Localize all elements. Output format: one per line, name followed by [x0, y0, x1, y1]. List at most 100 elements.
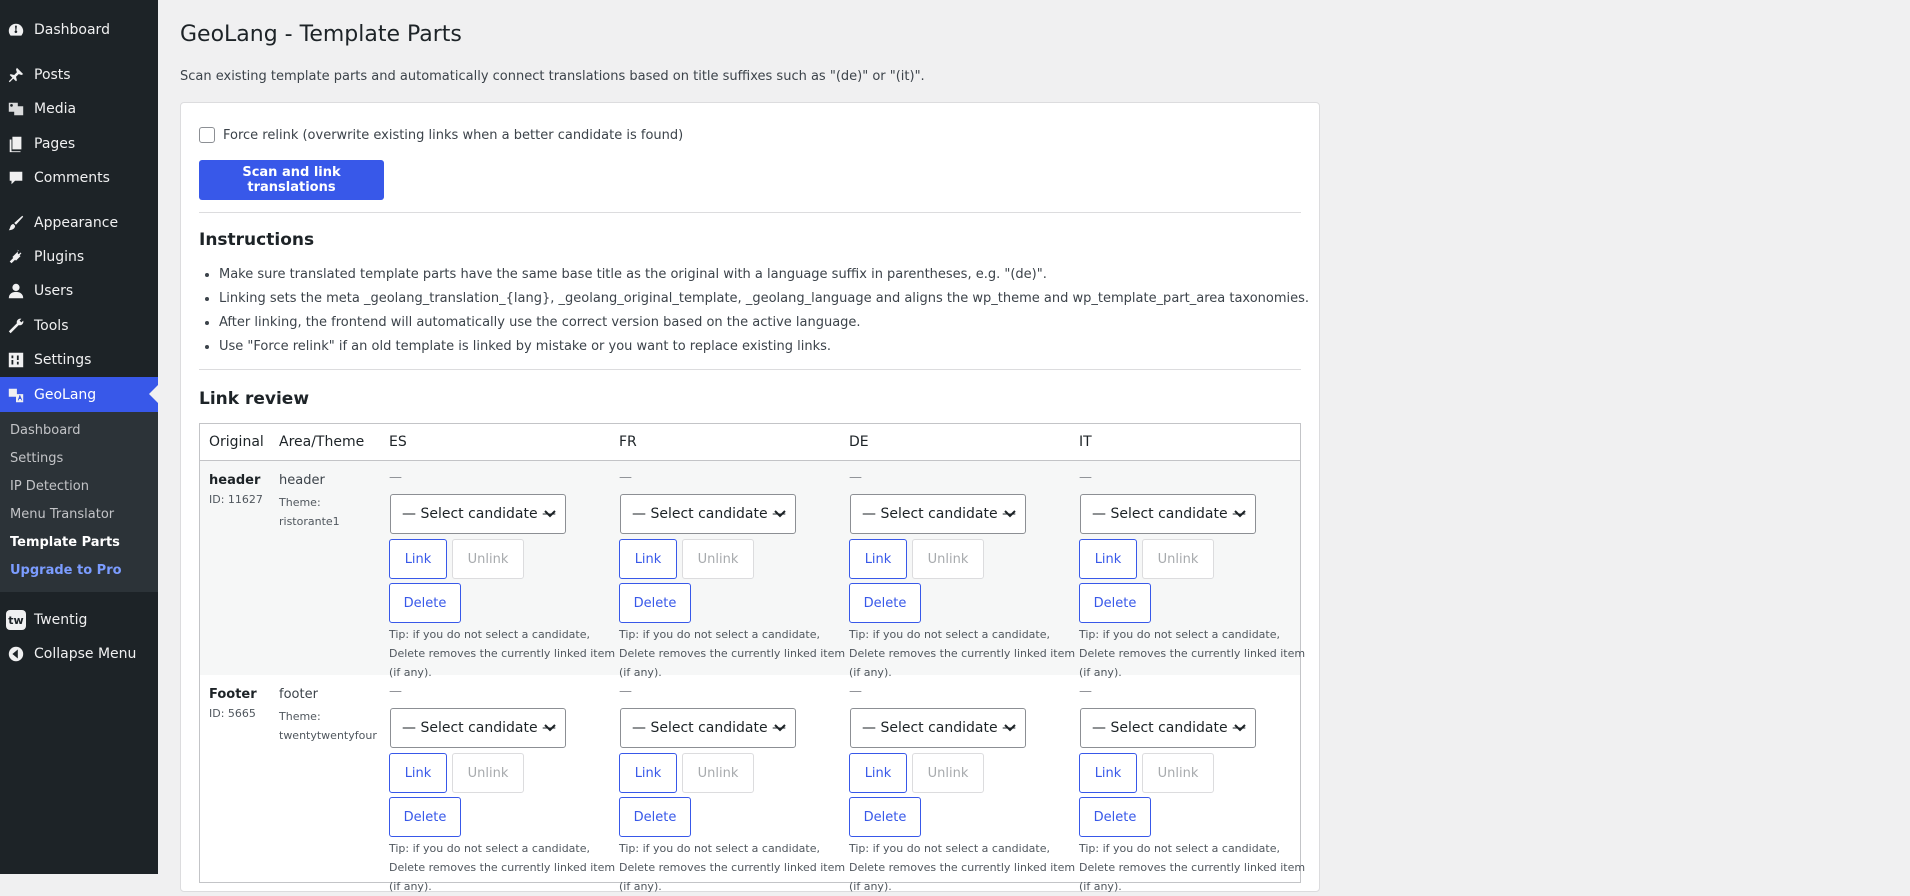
submenu-ip-detection[interactable]: IP Detection [10, 479, 89, 494]
current-link: — [849, 470, 862, 485]
column-header-original: Original [209, 434, 264, 450]
candidate-select[interactable]: — Select candidate — [620, 708, 796, 748]
submenu-settings[interactable]: Settings [10, 451, 63, 466]
submenu-menu-translator[interactable]: Menu Translator [10, 507, 114, 522]
instructions-list: Make sure translated template parts have… [199, 266, 1309, 362]
select-value: — Select candidate — [402, 720, 557, 736]
table-row: header ID: 11627 header Theme: ristorant… [200, 461, 1305, 679]
menu-item-twentig[interactable]: tw Twentig [0, 603, 158, 637]
lang-cell-es: — — Select candidate — Link Unlink Delet… [389, 675, 619, 893]
delete-tip: Tip: if you do not select a candidate, D… [1079, 842, 1306, 893]
page-title: GeoLang - Template Parts [180, 22, 462, 47]
current-link: — [1079, 470, 1092, 485]
menu-item-comments[interactable]: Comments [0, 161, 158, 195]
instructions-title: Instructions [199, 230, 315, 250]
menu-item-plugins[interactable]: Plugins [0, 240, 158, 274]
link-button[interactable]: Link [1079, 539, 1137, 579]
lang-cell-fr: — — Select candidate — Link Unlink Delet… [619, 461, 849, 679]
delete-button[interactable]: Delete [389, 797, 461, 837]
chevron-down-icon [1234, 724, 1246, 732]
menu-item-geolang[interactable]: GeoLang [0, 377, 158, 412]
unlink-button[interactable]: Unlink [1142, 539, 1214, 579]
column-header-area-theme: Area/Theme [279, 434, 365, 450]
current-link: — [1079, 684, 1092, 699]
lang-cell-de: — — Select candidate — Link Unlink Delet… [849, 461, 1079, 679]
menu-item-media[interactable]: Media [0, 92, 158, 126]
instruction-item: Make sure translated template parts have… [219, 266, 1309, 290]
delete-button[interactable]: Delete [849, 797, 921, 837]
lang-cell-fr: — — Select candidate — Link Unlink Delet… [619, 675, 849, 893]
link-button[interactable]: Link [619, 753, 677, 793]
select-value: — Select candidate — [862, 506, 1017, 522]
candidate-select[interactable]: — Select candidate — [1080, 708, 1256, 748]
select-value: — Select candidate — [1092, 720, 1247, 736]
link-button[interactable]: Link [389, 753, 447, 793]
unlink-button[interactable]: Unlink [452, 753, 524, 793]
delete-tip: Tip: if you do not select a candidate, D… [619, 842, 846, 893]
select-value: — Select candidate — [632, 720, 787, 736]
candidate-select[interactable]: — Select candidate — [1080, 494, 1256, 534]
media-icon [6, 99, 26, 119]
unlink-button[interactable]: Unlink [912, 539, 984, 579]
menu-item-settings[interactable]: Settings [0, 343, 158, 377]
menu-item-appearance[interactable]: Appearance [0, 206, 158, 240]
menu-item-posts[interactable]: Posts [0, 58, 158, 92]
submenu-template-parts[interactable]: Template Parts [10, 535, 120, 550]
lang-cell-es: — — Select candidate — Link Unlink Delet… [389, 461, 619, 679]
page-description: Scan existing template parts and automat… [180, 69, 925, 84]
delete-button[interactable]: Delete [619, 583, 691, 623]
delete-button[interactable]: Delete [1079, 797, 1151, 837]
delete-tip: Tip: if you do not select a candidate, D… [389, 628, 616, 679]
current-link: — [619, 470, 632, 485]
select-value: — Select candidate — [1092, 506, 1247, 522]
delete-tip: Tip: if you do not select a candidate, D… [619, 628, 846, 679]
menu-item-users[interactable]: Users [0, 274, 158, 308]
link-button[interactable]: Link [389, 539, 447, 579]
geolang-submenu: Dashboard Settings IP Detection Menu Tra… [0, 412, 158, 592]
candidate-select[interactable]: — Select candidate — [390, 708, 566, 748]
candidate-select[interactable]: — Select candidate — [850, 494, 1026, 534]
submenu-upgrade-pro[interactable]: Upgrade to Pro [10, 563, 122, 578]
menu-label: Dashboard [34, 22, 110, 38]
delete-button[interactable]: Delete [1079, 583, 1151, 623]
delete-button[interactable]: Delete [389, 583, 461, 623]
delete-button[interactable]: Delete [849, 583, 921, 623]
unlink-button[interactable]: Unlink [682, 539, 754, 579]
menu-label: Plugins [34, 249, 85, 265]
menu-label: Media [34, 101, 77, 117]
delete-tip: Tip: if you do not select a candidate, D… [849, 842, 1076, 893]
link-button[interactable]: Link [849, 539, 907, 579]
collapse-menu-button[interactable]: Collapse Menu [0, 637, 158, 671]
select-value: — Select candidate — [402, 506, 557, 522]
menu-label: Comments [34, 170, 110, 186]
current-link: — [849, 684, 862, 699]
unlink-button[interactable]: Unlink [1142, 753, 1214, 793]
delete-button[interactable]: Delete [619, 797, 691, 837]
link-button[interactable]: Link [619, 539, 677, 579]
unlink-button[interactable]: Unlink [452, 539, 524, 579]
menu-item-pages[interactable]: Pages [0, 127, 158, 161]
lang-cell-it: — — Select candidate — Link Unlink Delet… [1079, 461, 1309, 679]
original-id: ID: 5665 [209, 707, 256, 720]
link-button[interactable]: Link [849, 753, 907, 793]
chevron-down-icon [774, 510, 786, 518]
link-button[interactable]: Link [1079, 753, 1137, 793]
candidate-select[interactable]: — Select candidate — [850, 708, 1026, 748]
column-header-de: DE [849, 434, 869, 450]
pages-icon [6, 134, 26, 154]
force-relink-label[interactable]: Force relink (overwrite existing links w… [223, 128, 683, 143]
force-relink-checkbox[interactable] [199, 127, 215, 143]
candidate-select[interactable]: — Select candidate — [390, 494, 566, 534]
menu-item-dashboard[interactable]: Dashboard [0, 13, 158, 47]
column-header-it: IT [1079, 434, 1092, 450]
submenu-dashboard[interactable]: Dashboard [10, 423, 81, 438]
current-link: — [389, 470, 402, 485]
menu-item-tools[interactable]: Tools [0, 309, 158, 343]
candidate-select[interactable]: — Select candidate — [620, 494, 796, 534]
unlink-button[interactable]: Unlink [682, 753, 754, 793]
theme-name: Theme: twentytwentyfour [279, 710, 377, 742]
table-row: Footer ID: 5665 footer Theme: twentytwen… [200, 675, 1305, 893]
scan-link-button[interactable]: Scan and link translations [199, 160, 384, 200]
unlink-button[interactable]: Unlink [912, 753, 984, 793]
original-title: header [209, 473, 261, 488]
